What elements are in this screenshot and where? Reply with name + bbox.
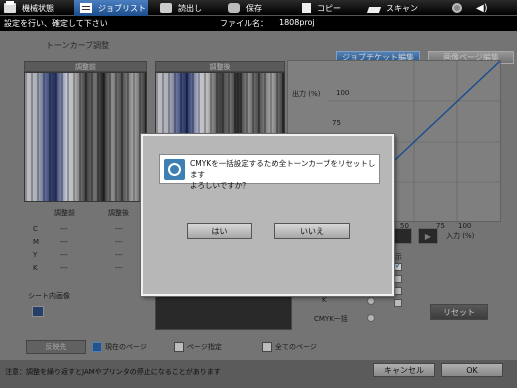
dialog-message-box: CMYKを一括設定するため全トーンカーブをリセットします よろしいですか？ (159, 154, 380, 190)
dialog-message-line-2: よろしいですか？ (190, 181, 250, 190)
dialog-message: CMYKを一括設定するため全トーンカーブをリセットします よろしいですか？ (190, 158, 378, 191)
dialog-no-button[interactable]: いいえ (274, 223, 350, 239)
dialog-message-line-1: CMYKを一括設定するため全トーンカーブをリセットします (190, 159, 376, 179)
dialog-yes-button[interactable]: はい (187, 223, 252, 239)
info-icon (164, 159, 185, 180)
confirm-dialog: CMYKを一括設定するため全トーンカーブをリセットします よろしいですか？ はい… (140, 133, 395, 297)
